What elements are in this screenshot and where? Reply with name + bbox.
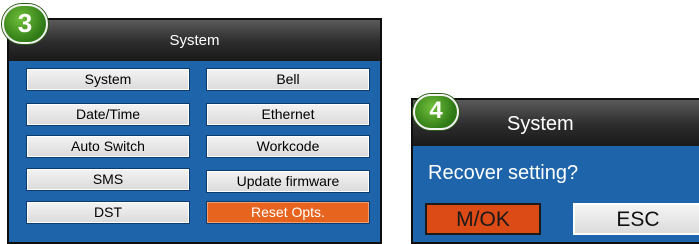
step-3-badge: 3: [2, 4, 48, 44]
menu-item-sms[interactable]: SMS: [26, 168, 190, 191]
system-menu-screen: System System Bell Date/Time Ethernet Au…: [7, 18, 382, 244]
menu-item-ethernet[interactable]: Ethernet: [206, 103, 370, 126]
menu-item-system[interactable]: System: [26, 68, 190, 91]
system-menu-title: System: [169, 32, 220, 49]
system-menu-titlebar: System: [9, 20, 380, 61]
esc-button[interactable]: ESC: [573, 203, 699, 235]
recover-setting-prompt: Recover setting?: [428, 162, 579, 184]
recover-dialog-content: Recover setting? M/OK ESC: [413, 146, 699, 242]
menu-item-date-time[interactable]: Date/Time: [26, 103, 190, 126]
menu-item-reset-opts[interactable]: Reset Opts.: [206, 201, 370, 224]
system-menu-content: System Bell Date/Time Ethernet Auto Swit…: [9, 61, 380, 242]
menu-item-dst[interactable]: DST: [26, 201, 190, 224]
menu-item-workcode[interactable]: Workcode: [206, 135, 370, 158]
menu-item-auto-switch[interactable]: Auto Switch: [26, 135, 190, 158]
menu-item-bell[interactable]: Bell: [206, 68, 370, 91]
step-4-badge: 4: [413, 94, 459, 130]
mok-button[interactable]: M/OK: [425, 203, 541, 235]
menu-item-update-firmware[interactable]: Update firmware: [206, 170, 370, 193]
recover-dialog-title: System: [507, 113, 574, 135]
